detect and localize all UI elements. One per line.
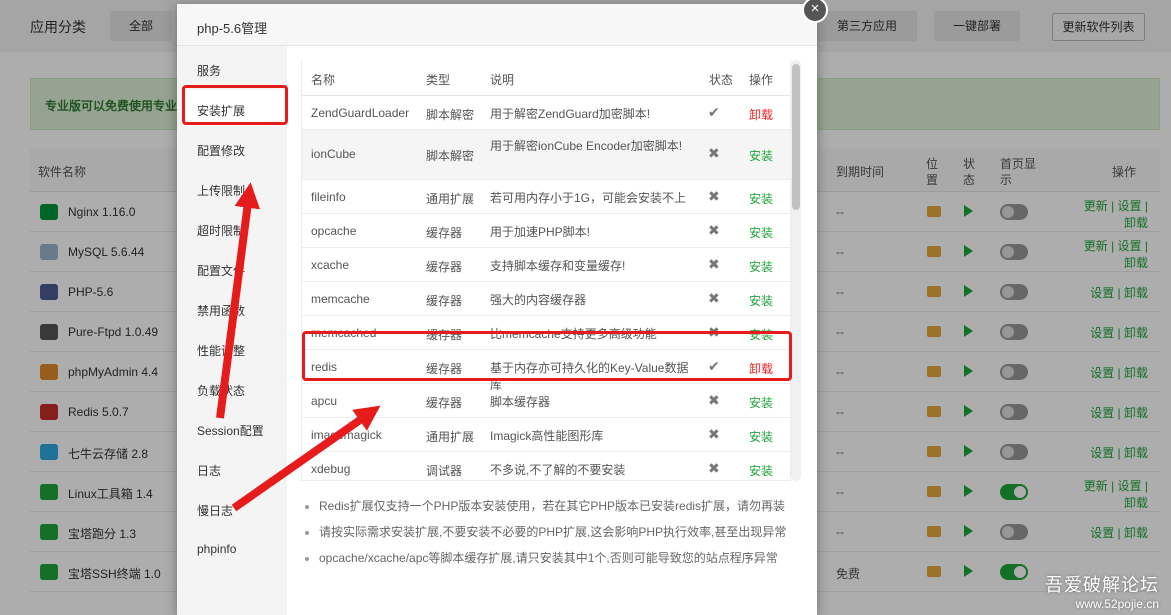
annotation-arrows <box>216 182 381 512</box>
arrow-to-install-extension <box>216 182 261 419</box>
arrow-to-redis-row <box>231 405 381 512</box>
watermark: 吾爱破解论坛 www.52pojie.cn <box>1045 571 1159 611</box>
watermark-url: www.52pojie.cn <box>1075 597 1159 611</box>
watermark-title: 吾爱破解论坛 <box>1045 575 1159 595</box>
